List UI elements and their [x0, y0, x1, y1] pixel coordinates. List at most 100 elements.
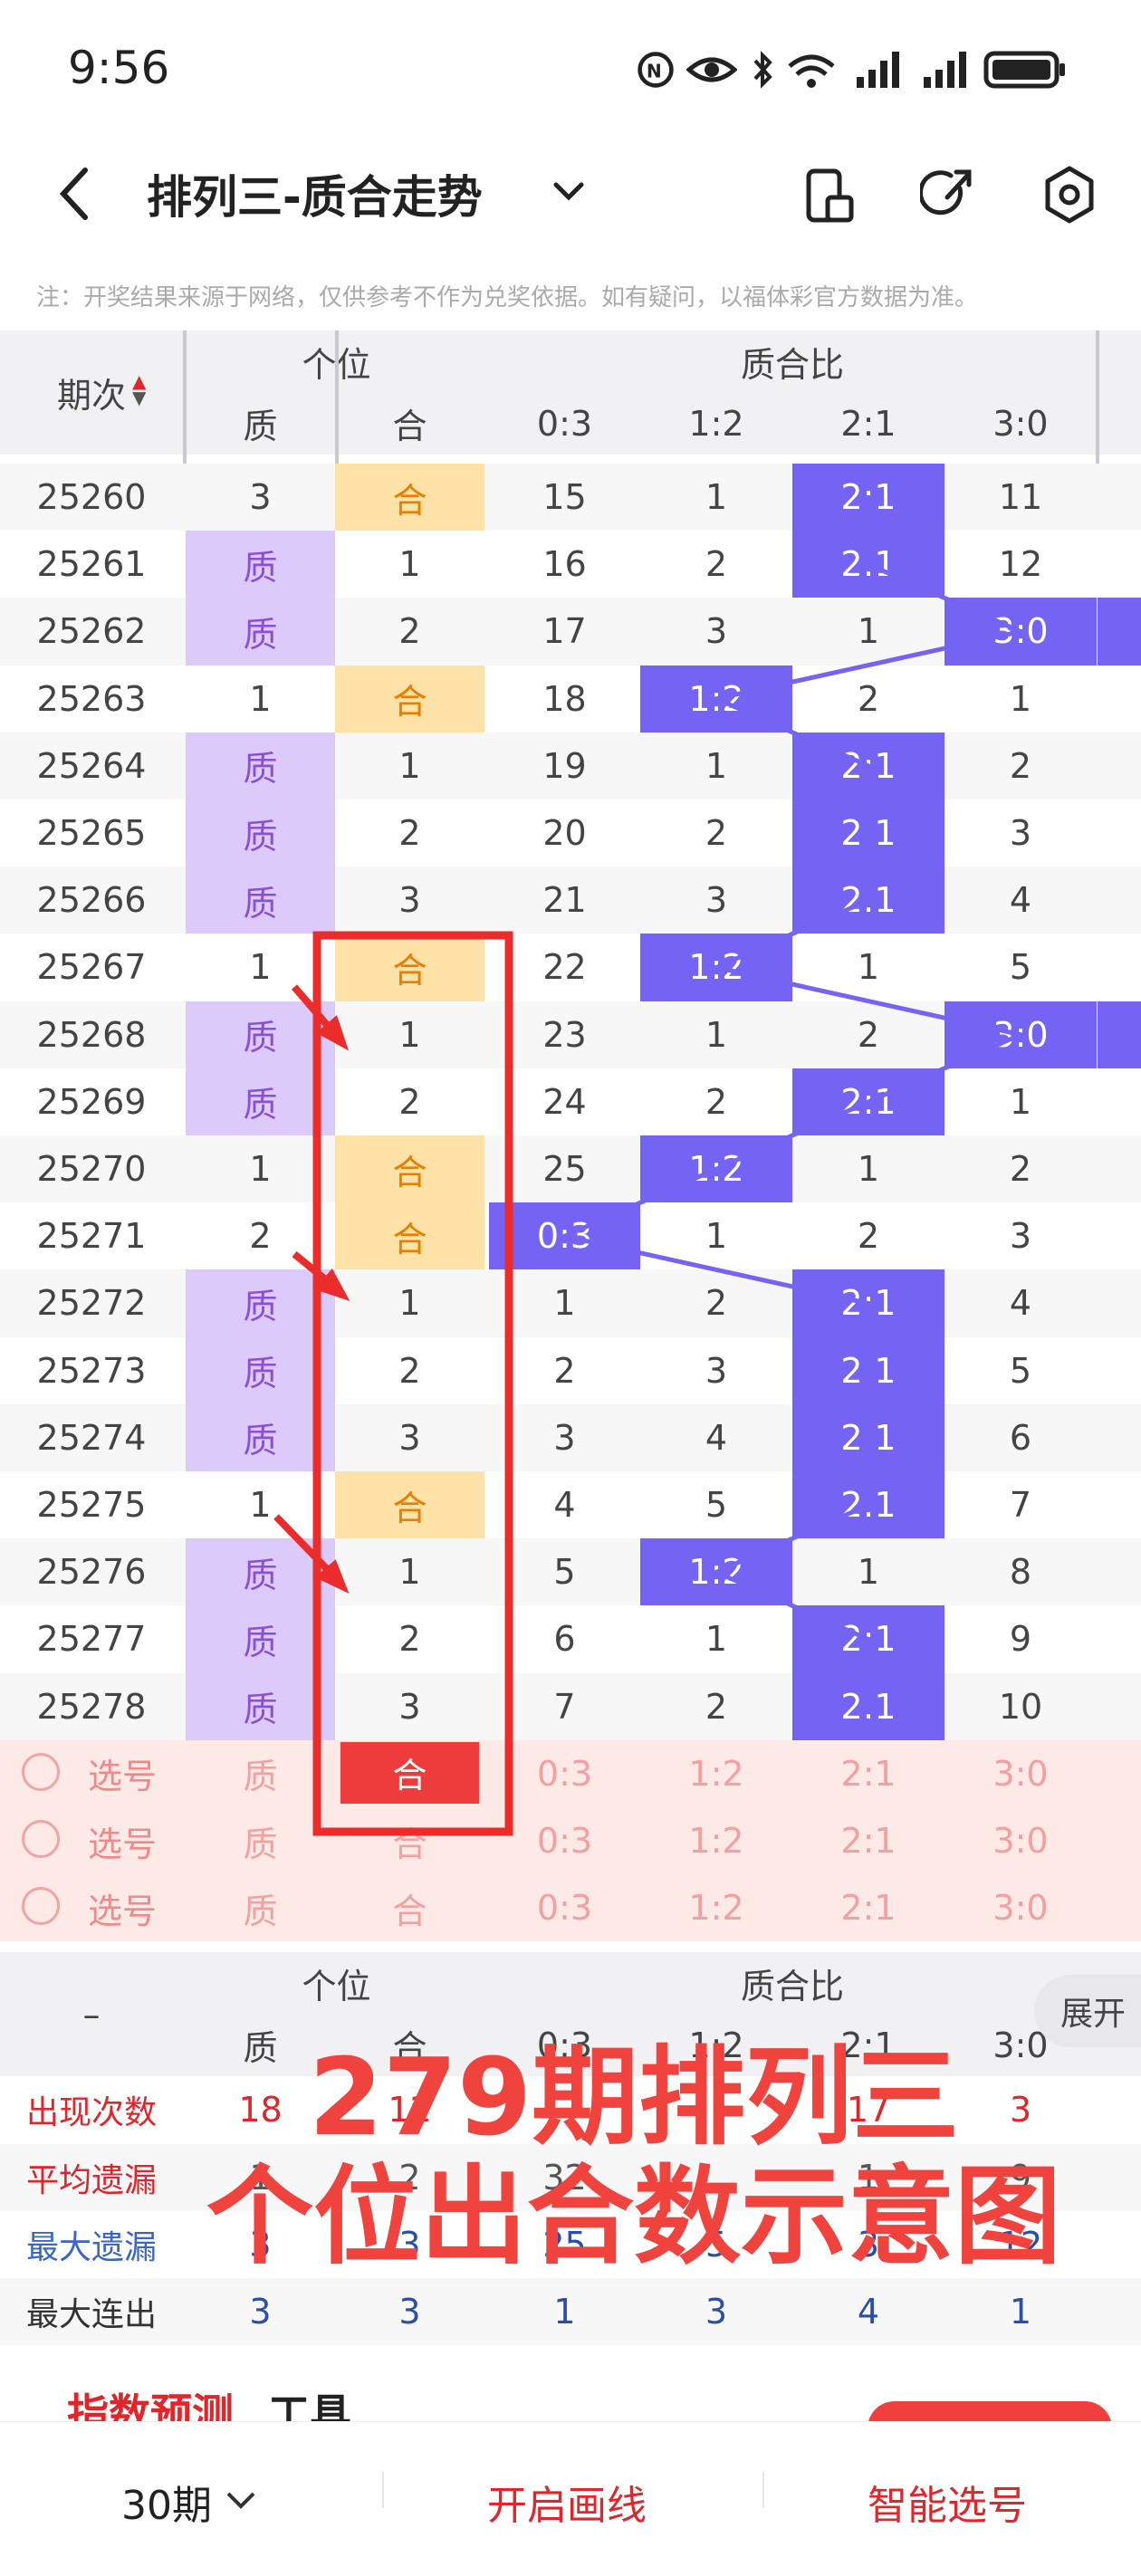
- period-cell: 25263: [36, 678, 147, 719]
- select-cell[interactable]: 3:0: [944, 1740, 1097, 1807]
- summary-cell: 3: [705, 2292, 728, 2332]
- ratio-cell: 8: [1009, 1552, 1032, 1593]
- select-cell[interactable]: 0:3: [489, 1807, 640, 1874]
- select-cell[interactable]: 质: [186, 1740, 335, 1807]
- select-cell[interactable]: 1:2: [640, 1740, 792, 1807]
- overflow-cell: [1098, 1605, 1141, 1673]
- select-cell[interactable]: 2:1: [792, 1807, 944, 1874]
- column-header: 0:3: [536, 403, 593, 444]
- he-cell: 1: [398, 1552, 421, 1593]
- period-cell: 25269: [36, 1081, 147, 1122]
- summary-cell: 1: [553, 2292, 576, 2332]
- ratio-cell: 5: [1009, 947, 1032, 988]
- sort-icon[interactable]: ▲ ▼: [132, 372, 146, 407]
- divider: [382, 2472, 384, 2508]
- zhi-cell: 质: [186, 867, 335, 934]
- ratio-cell: 3:0: [944, 1001, 1097, 1068]
- select-cell[interactable]: 质: [186, 1874, 335, 1941]
- period-cell: 25265: [36, 813, 147, 854]
- period-selector[interactable]: 30期: [121, 2473, 212, 2531]
- summary-label: 最大遗漏: [25, 2228, 157, 2266]
- he-cell: 合: [335, 464, 484, 531]
- select-cell[interactable]: 0:3: [489, 1874, 640, 1941]
- bottom-bar: 30期 开启画线 智能选号: [0, 2421, 1141, 2576]
- group-header-ratio: 质合比: [740, 344, 844, 385]
- status-time: 9:56: [68, 42, 170, 94]
- summary-dash: –: [82, 1994, 101, 2035]
- select-cell[interactable]: 1:2: [640, 1874, 792, 1941]
- ratio-cell: 2:1: [792, 1403, 944, 1471]
- summary-cell: 1: [1009, 2292, 1032, 2332]
- period-cell: 25274: [36, 1417, 147, 1458]
- select-cell[interactable]: 3:0: [944, 1874, 1097, 1941]
- select-cell[interactable]: 合: [335, 1807, 484, 1874]
- select-cell[interactable]: 2:1: [792, 1740, 944, 1807]
- column-header: 1:2: [688, 403, 744, 444]
- ratio-cell: 2:1: [792, 800, 944, 867]
- overflow-cell: [1098, 934, 1141, 1001]
- ratio-cell: 6: [553, 1619, 576, 1660]
- period-cell: 25278: [36, 1686, 147, 1727]
- select-radio[interactable]: [22, 1887, 60, 1926]
- ratio-cell: 19: [542, 745, 587, 786]
- column-header: 合: [392, 407, 427, 446]
- ratio-cell: 11: [998, 477, 1043, 518]
- ratio-cell: 1: [705, 1014, 728, 1055]
- ratio-cell: 2: [705, 1081, 728, 1122]
- zhi-cell: 质: [186, 1538, 335, 1606]
- page-title[interactable]: 排列三-质合走势: [147, 161, 483, 226]
- ratio-cell: 2:1: [792, 531, 944, 599]
- back-icon[interactable]: [56, 165, 92, 223]
- battery-icon: [983, 51, 1065, 89]
- ratio-cell: 1: [857, 611, 880, 652]
- select-cell[interactable]: 合: [335, 1874, 484, 1941]
- chevron-down-icon[interactable]: [551, 177, 587, 205]
- ratio-cell: 4: [1009, 1283, 1032, 1324]
- ratio-cell: 2:1: [792, 1672, 944, 1740]
- ratio-cell: 2:1: [792, 1068, 944, 1135]
- chevron-down-icon[interactable]: [225, 2489, 257, 2511]
- ratio-cell: 2: [705, 544, 728, 585]
- overflow-cell: [1098, 1202, 1141, 1270]
- smart-pick-button[interactable]: 智能选号: [868, 2473, 1027, 2531]
- zhi-cell: 1: [249, 1485, 272, 1526]
- settings-icon[interactable]: [1041, 165, 1098, 225]
- select-cell[interactable]: 3:0: [944, 1807, 1097, 1874]
- share-icon[interactable]: [920, 167, 974, 223]
- select-cell[interactable]: 0:3: [489, 1740, 640, 1807]
- bluetooth-icon: [753, 51, 772, 89]
- ratio-cell: 1: [705, 1619, 728, 1660]
- select-radio[interactable]: [22, 1820, 60, 1858]
- ratio-cell: 9: [1009, 1619, 1032, 1660]
- ratio-cell: 7: [553, 1686, 576, 1727]
- zhi-cell: 质: [186, 531, 335, 599]
- summary-label: 最大连出: [25, 2296, 157, 2334]
- select-cell[interactable]: 1:2: [640, 1807, 792, 1874]
- ratio-cell: 1:2: [640, 934, 792, 1001]
- period-header[interactable]: 期次: [0, 330, 183, 455]
- wifi-icon: [788, 54, 835, 88]
- zhi-cell: 2: [249, 1216, 272, 1257]
- select-cell[interactable]: 2:1: [792, 1874, 944, 1941]
- select-cell[interactable]: 合: [340, 1741, 479, 1804]
- svg-text:N: N: [647, 60, 662, 81]
- draw-line-button[interactable]: 开启画线: [487, 2473, 647, 2531]
- ratio-cell: 2: [1009, 745, 1032, 786]
- phone-rotate-icon[interactable]: [804, 167, 855, 225]
- ratio-cell: 3: [705, 880, 728, 921]
- ratio-cell: 2:1: [792, 732, 944, 800]
- he-cell: 合: [335, 934, 484, 1001]
- he-cell: 合: [335, 1202, 484, 1270]
- he-cell: 2: [398, 1081, 421, 1122]
- disclaimer-note: 注：开奖结果来源于网络，仅供参考不作为兑奖依据。如有疑问，以福体彩官方数据为准。: [36, 284, 979, 311]
- ratio-cell: 7: [1009, 1485, 1032, 1526]
- overflow-cell: [1098, 1538, 1141, 1606]
- he-cell: 2: [398, 1619, 421, 1660]
- overflow-cell: [1098, 1269, 1141, 1337]
- ratio-cell: 2: [705, 1686, 728, 1727]
- select-cell[interactable]: 质: [186, 1807, 335, 1874]
- ratio-cell: 2: [857, 1216, 880, 1257]
- column-header: 3:0: [992, 403, 1049, 444]
- select-radio[interactable]: [22, 1752, 60, 1791]
- overflow-cell: [1098, 531, 1141, 599]
